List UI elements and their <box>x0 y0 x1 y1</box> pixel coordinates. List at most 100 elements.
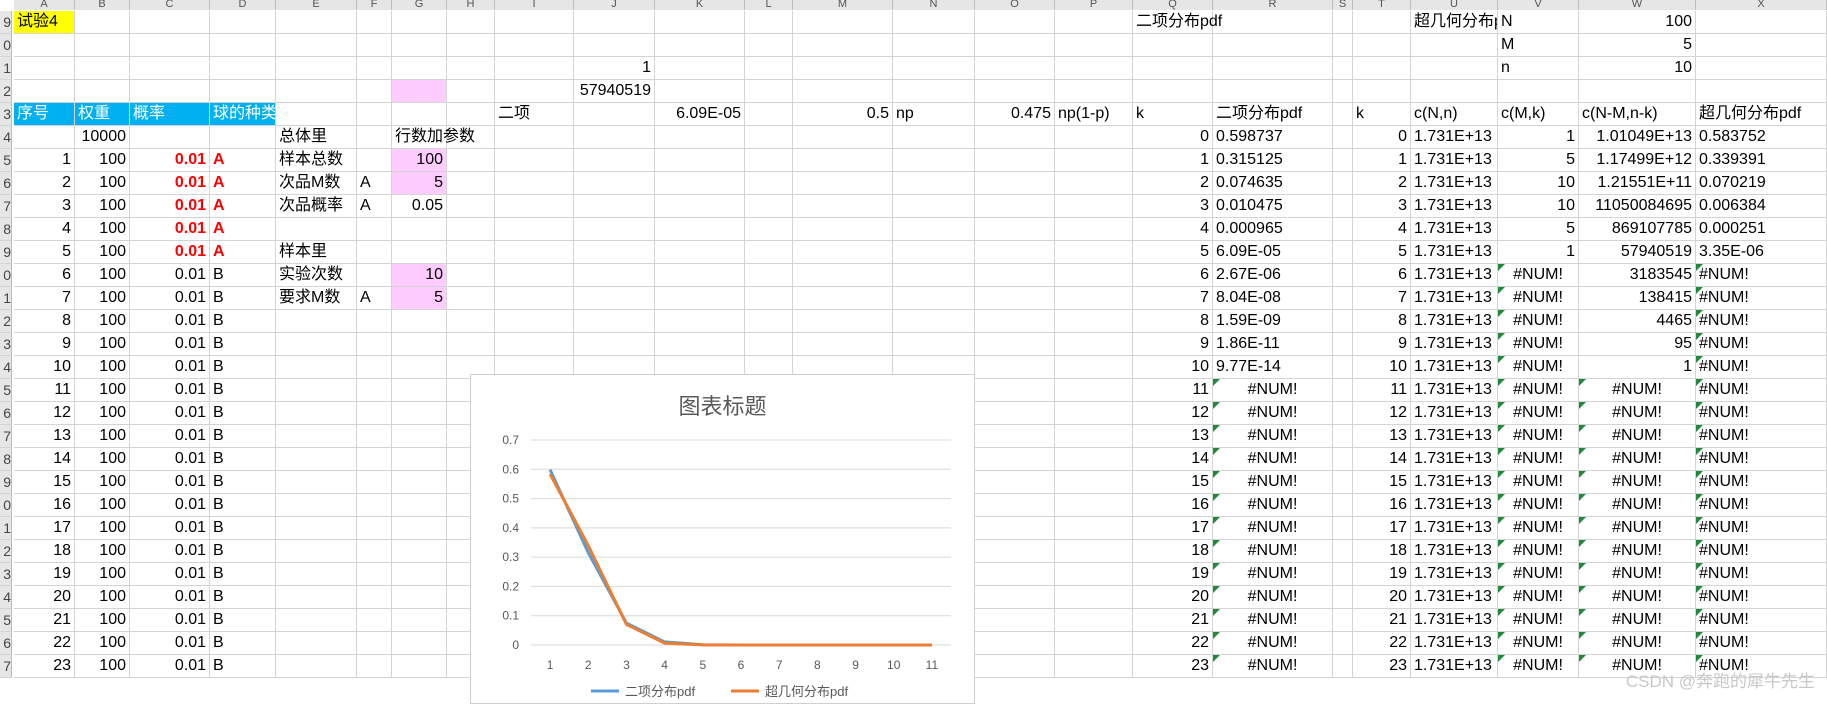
empty-cell[interactable] <box>574 172 655 195</box>
empty-cell[interactable] <box>357 103 392 126</box>
binom-pdf-cell[interactable]: 6.09E-05 <box>1213 241 1333 264</box>
hyper-title[interactable]: 超几何分布pdf <box>1411 11 1498 34</box>
prob-cell[interactable]: 0.01 <box>130 448 210 471</box>
prob-cell[interactable]: 0.01 <box>130 379 210 402</box>
empty-cell[interactable] <box>357 34 392 57</box>
empty-cell[interactable] <box>1333 632 1353 655</box>
hyper-pdf-cell[interactable]: #NUM! <box>1696 632 1827 655</box>
empty-cell[interactable] <box>1055 264 1133 287</box>
empty-cell[interactable] <box>975 540 1055 563</box>
column-header[interactable]: B <box>75 0 130 10</box>
type-cell[interactable]: B <box>210 287 276 310</box>
empty-cell[interactable] <box>1333 540 1353 563</box>
empty-cell[interactable] <box>893 149 975 172</box>
empty-cell[interactable] <box>793 218 893 241</box>
label-cell[interactable]: A <box>357 172 392 195</box>
input-cell[interactable]: 100 <box>392 149 447 172</box>
cnm-cell[interactable]: #NUM! <box>1579 471 1696 494</box>
seq-cell[interactable]: 9 <box>14 333 75 356</box>
empty-cell[interactable] <box>75 34 130 57</box>
empty-cell[interactable] <box>357 632 392 655</box>
empty-cell[interactable] <box>745 218 793 241</box>
empty-cell[interactable] <box>975 34 1055 57</box>
prob-cell[interactable]: 0.01 <box>130 287 210 310</box>
column-header[interactable]: N <box>893 0 975 10</box>
empty-cell[interactable] <box>276 425 357 448</box>
type-cell[interactable]: B <box>210 494 276 517</box>
empty-cell[interactable] <box>392 632 447 655</box>
weight-cell[interactable]: 100 <box>75 632 130 655</box>
cnn-cell[interactable]: 1.731E+13 <box>1411 448 1498 471</box>
hyper-pdf-cell[interactable]: #NUM! <box>1696 609 1827 632</box>
k-cell[interactable]: 0 <box>1133 126 1213 149</box>
empty-cell[interactable] <box>357 241 392 264</box>
column-title[interactable]: k <box>1353 103 1411 126</box>
empty-cell[interactable] <box>392 494 447 517</box>
cmk-cell[interactable]: 1 <box>1498 126 1579 149</box>
empty-cell[interactable] <box>1055 448 1133 471</box>
empty-cell[interactable] <box>1055 195 1133 218</box>
seq-cell[interactable]: 10 <box>14 356 75 379</box>
empty-cell[interactable] <box>392 57 447 80</box>
weight-cell[interactable]: 100 <box>75 264 130 287</box>
cmk-cell[interactable]: 1 <box>1498 241 1579 264</box>
type-cell[interactable]: B <box>210 379 276 402</box>
cnm-cell[interactable]: 95 <box>1579 333 1696 356</box>
cnm-cell[interactable]: #NUM! <box>1579 609 1696 632</box>
empty-cell[interactable] <box>357 80 392 103</box>
type-cell[interactable]: B <box>210 632 276 655</box>
row-header[interactable]: 2 <box>0 80 12 103</box>
empty-cell[interactable] <box>276 11 357 34</box>
prob-cell[interactable]: 0.01 <box>130 586 210 609</box>
empty-cell[interactable] <box>655 218 745 241</box>
empty-cell[interactable] <box>1133 80 1213 103</box>
cmk-cell[interactable]: 5 <box>1498 218 1579 241</box>
k-cell[interactable]: 14 <box>1133 448 1213 471</box>
empty-cell[interactable] <box>495 310 574 333</box>
empty-cell[interactable] <box>392 34 447 57</box>
empty-cell[interactable] <box>745 333 793 356</box>
weight-cell[interactable]: 100 <box>75 241 130 264</box>
type-cell[interactable]: A <box>210 195 276 218</box>
empty-cell[interactable] <box>793 11 893 34</box>
column-header[interactable]: M <box>793 0 893 10</box>
empty-cell[interactable] <box>357 333 392 356</box>
empty-cell[interactable] <box>276 333 357 356</box>
empty-cell[interactable] <box>1055 126 1133 149</box>
empty-cell[interactable] <box>1333 264 1353 287</box>
k-cell[interactable]: 12 <box>1133 402 1213 425</box>
label-cell[interactable]: 二项 <box>495 103 574 126</box>
row-header[interactable]: 9 <box>0 471 12 494</box>
cmk-cell[interactable]: #NUM! <box>1498 356 1579 379</box>
cnn-cell[interactable]: 1.731E+13 <box>1411 471 1498 494</box>
cmk-cell[interactable]: #NUM! <box>1498 540 1579 563</box>
binom-pdf-cell[interactable]: 1.59E-09 <box>1213 310 1333 333</box>
empty-cell[interactable] <box>793 34 893 57</box>
row-header[interactable]: 3 <box>0 333 12 356</box>
hyper-pdf-cell[interactable]: #NUM! <box>1696 563 1827 586</box>
empty-cell[interactable] <box>574 218 655 241</box>
column-header[interactable]: S <box>1333 0 1353 10</box>
cnn-cell[interactable]: 1.731E+13 <box>1411 517 1498 540</box>
empty-cell[interactable] <box>392 540 447 563</box>
empty-cell[interactable] <box>1333 172 1353 195</box>
cnm-cell[interactable]: 11050084695 <box>1579 195 1696 218</box>
k-cell[interactable]: 20 <box>1133 586 1213 609</box>
label-cell[interactable]: 次品概率 <box>276 195 357 218</box>
empty-cell[interactable] <box>357 57 392 80</box>
empty-cell[interactable] <box>392 241 447 264</box>
empty-cell[interactable] <box>495 172 574 195</box>
binom-title[interactable]: 二项分布pdf <box>1133 11 1333 34</box>
empty-cell[interactable] <box>1055 149 1133 172</box>
k-cell[interactable]: 15 <box>1133 471 1213 494</box>
cnn-cell[interactable]: 1.731E+13 <box>1411 586 1498 609</box>
k-cell[interactable]: 23 <box>1353 655 1411 678</box>
cnm-cell[interactable]: 1.21551E+11 <box>1579 172 1696 195</box>
k-cell[interactable]: 11 <box>1133 379 1213 402</box>
k-cell[interactable]: 2 <box>1353 172 1411 195</box>
empty-cell[interactable] <box>1213 80 1333 103</box>
empty-cell[interactable] <box>447 149 495 172</box>
empty-cell[interactable] <box>495 126 574 149</box>
empty-cell[interactable] <box>793 333 893 356</box>
empty-cell[interactable] <box>975 80 1055 103</box>
